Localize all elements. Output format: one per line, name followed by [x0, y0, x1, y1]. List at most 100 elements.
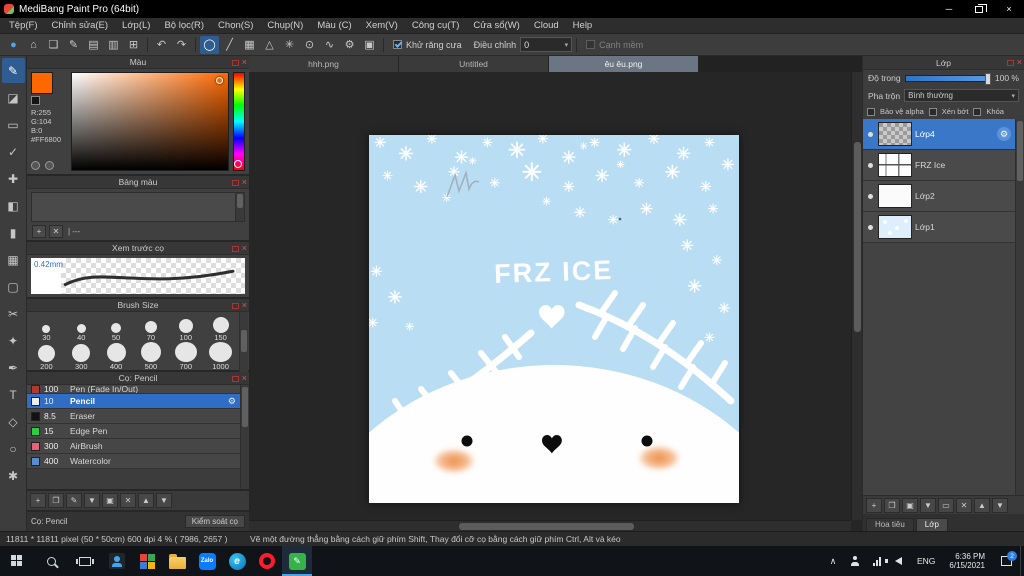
people-tray-button[interactable] [844, 546, 866, 576]
brush-size-option[interactable]: 40 [64, 313, 99, 342]
brush-list-scrollbar[interactable] [240, 385, 249, 489]
close-icon[interactable]: × [242, 58, 247, 67]
tab-navigator[interactable]: Hoa tiêu [866, 518, 914, 531]
hidden-icons-chevron[interactable]: ∧ [822, 546, 844, 576]
brush-item[interactable]: 8.5 Eraser [27, 409, 240, 424]
document-tab[interactable]: Untitled [399, 56, 549, 72]
brush-folder-button[interactable]: ▣ [102, 493, 118, 508]
brush-settings-gear-icon[interactable]: ⚙ [228, 396, 236, 407]
layer-row[interactable]: Lớp2 [863, 181, 1015, 212]
merge-layer-button[interactable]: ▼ [920, 497, 936, 513]
menu-capture[interactable]: Chụp(N) [260, 18, 310, 34]
layer-settings-gear-icon[interactable]: ⚙ [997, 127, 1011, 141]
save-brush-button[interactable]: ▼ [84, 493, 100, 508]
visibility-icon[interactable] [865, 163, 875, 168]
clipping-checkbox[interactable] [928, 107, 937, 116]
undo-icon[interactable]: ↶ [152, 36, 171, 54]
restore-button[interactable] [964, 0, 994, 18]
taskbar-app-store[interactable] [132, 546, 162, 576]
curve-tool-icon[interactable]: ∿ [320, 36, 339, 54]
menu-cloud[interactable]: Cloud [527, 18, 566, 34]
move-brush-up-button[interactable]: ▲ [138, 493, 154, 508]
comment-icon[interactable]: ❏ [44, 36, 63, 54]
layer-row[interactable]: Lớp1 [863, 212, 1015, 243]
volume-button[interactable] [885, 546, 910, 576]
text-tool[interactable]: T [2, 382, 25, 407]
popout-icon[interactable] [1006, 59, 1014, 66]
saturation-value-picker[interactable] [71, 72, 229, 171]
language-indicator[interactable]: ENG [910, 556, 942, 566]
select-tool[interactable]: ▭ [2, 112, 25, 137]
duplicate-brush-button[interactable]: ❐ [48, 493, 64, 508]
pencil-icon[interactable]: ✎ [64, 36, 83, 54]
brush-item[interactable]: 300 AirBrush [27, 439, 240, 454]
brush-size-option[interactable]: 1000 [203, 342, 238, 371]
layer-row-selected[interactable]: Lớp4 ⚙ [863, 119, 1015, 150]
move-layer-up-button[interactable]: ▲ [974, 497, 990, 513]
brush-size-option[interactable]: 500 [133, 342, 168, 371]
duplicate-layer-button[interactable]: ❐ [884, 497, 900, 513]
add-brush-button[interactable]: + [30, 493, 46, 508]
brush-item-selected[interactable]: 10 Pencil ⚙ [27, 394, 240, 409]
menu-help[interactable]: Help [566, 18, 600, 34]
soft-edge-checkbox[interactable]: Cạnh mềm [586, 40, 643, 50]
hue-slider[interactable] [233, 72, 245, 171]
hand-tool[interactable]: ✱ [2, 463, 25, 488]
foreground-color-swatch[interactable] [31, 72, 53, 94]
document-tab-active[interactable]: êu êu.png [549, 56, 699, 72]
close-icon[interactable]: × [242, 178, 247, 187]
taskbar-app-zalo[interactable]: Zalo [192, 546, 222, 576]
brush-size-option[interactable]: 150 [203, 313, 238, 342]
polygon-tool-icon[interactable]: △ [260, 36, 279, 54]
close-icon[interactable]: × [242, 301, 247, 310]
layer-folder-button[interactable]: ▣ [902, 497, 918, 513]
brush-size-option[interactable]: 50 [99, 313, 134, 342]
layer-list-scrollbar[interactable] [1015, 119, 1024, 495]
menu-filter[interactable]: Bộ lọc(R) [157, 18, 211, 34]
select-pen-tool[interactable]: ✓ [2, 139, 25, 164]
settings-gear-icon[interactable]: ⚙ [340, 36, 359, 54]
canvas-vertical-scrollbar[interactable] [851, 72, 862, 520]
adjust-dropdown[interactable]: 0 ▾ [520, 37, 573, 52]
menu-select[interactable]: Chọn(S) [211, 18, 260, 34]
brush-size-option[interactable]: 30 [29, 313, 64, 342]
opacity-slider[interactable] [904, 72, 991, 85]
gradient-tool[interactable]: ▮ [2, 220, 25, 245]
brush-item[interactable]: 400 Watercolor [27, 454, 240, 469]
start-button[interactable] [0, 546, 34, 576]
sv-cursor[interactable] [216, 77, 223, 84]
clock[interactable]: 6:36 PM 6/15/2021 [942, 552, 992, 571]
delete-color-button[interactable]: ✕ [49, 224, 63, 238]
blend-mode-dropdown[interactable]: Bình thường ▾ [904, 89, 1019, 102]
brush-size-option[interactable]: 400 [99, 342, 134, 371]
color-mode-toggle[interactable] [31, 161, 40, 170]
marquee-tool[interactable]: ▢ [2, 274, 25, 299]
taskbar-app-explorer[interactable] [162, 546, 192, 576]
magic-wand-tool[interactable]: ✦ [2, 328, 25, 353]
close-icon[interactable]: × [1017, 58, 1022, 67]
rotate-dial-icon[interactable]: ⊙ [300, 36, 319, 54]
brush-size-option[interactable]: 700 [168, 342, 203, 371]
menu-layer[interactable]: Lớp(L) [115, 18, 157, 34]
delete-layer-button[interactable]: ✕ [956, 497, 972, 513]
antialias-checkbox[interactable]: Khử răng cưa [393, 40, 462, 50]
popout-icon[interactable] [231, 59, 239, 66]
grid-tool-icon[interactable]: ▦ [240, 36, 259, 54]
transparent-color-toggle[interactable] [45, 161, 54, 170]
brush-tool[interactable]: ✎ [1, 58, 25, 83]
document-icon[interactable]: ▤ [84, 36, 103, 54]
pen-tool[interactable]: ✒ [2, 355, 25, 380]
visibility-icon[interactable] [865, 225, 875, 230]
brush-size-scrollbar[interactable] [239, 312, 248, 372]
brush-size-option[interactable]: 300 [64, 342, 99, 371]
minimize-button[interactable]: ─ [934, 0, 964, 18]
brush-control-button[interactable]: Kiểm soát cọ [184, 515, 245, 528]
material-panel-icon[interactable]: ▣ [360, 36, 379, 54]
home-icon[interactable]: ⌂ [24, 36, 43, 54]
layer-row[interactable]: FRZ Ice [863, 150, 1015, 181]
close-button[interactable]: × [994, 0, 1024, 18]
close-icon[interactable]: × [242, 244, 247, 253]
pattern-tool[interactable]: ▦ [2, 247, 25, 272]
document-tab[interactable]: hhh.png [249, 56, 399, 72]
popout-icon[interactable] [231, 302, 239, 309]
